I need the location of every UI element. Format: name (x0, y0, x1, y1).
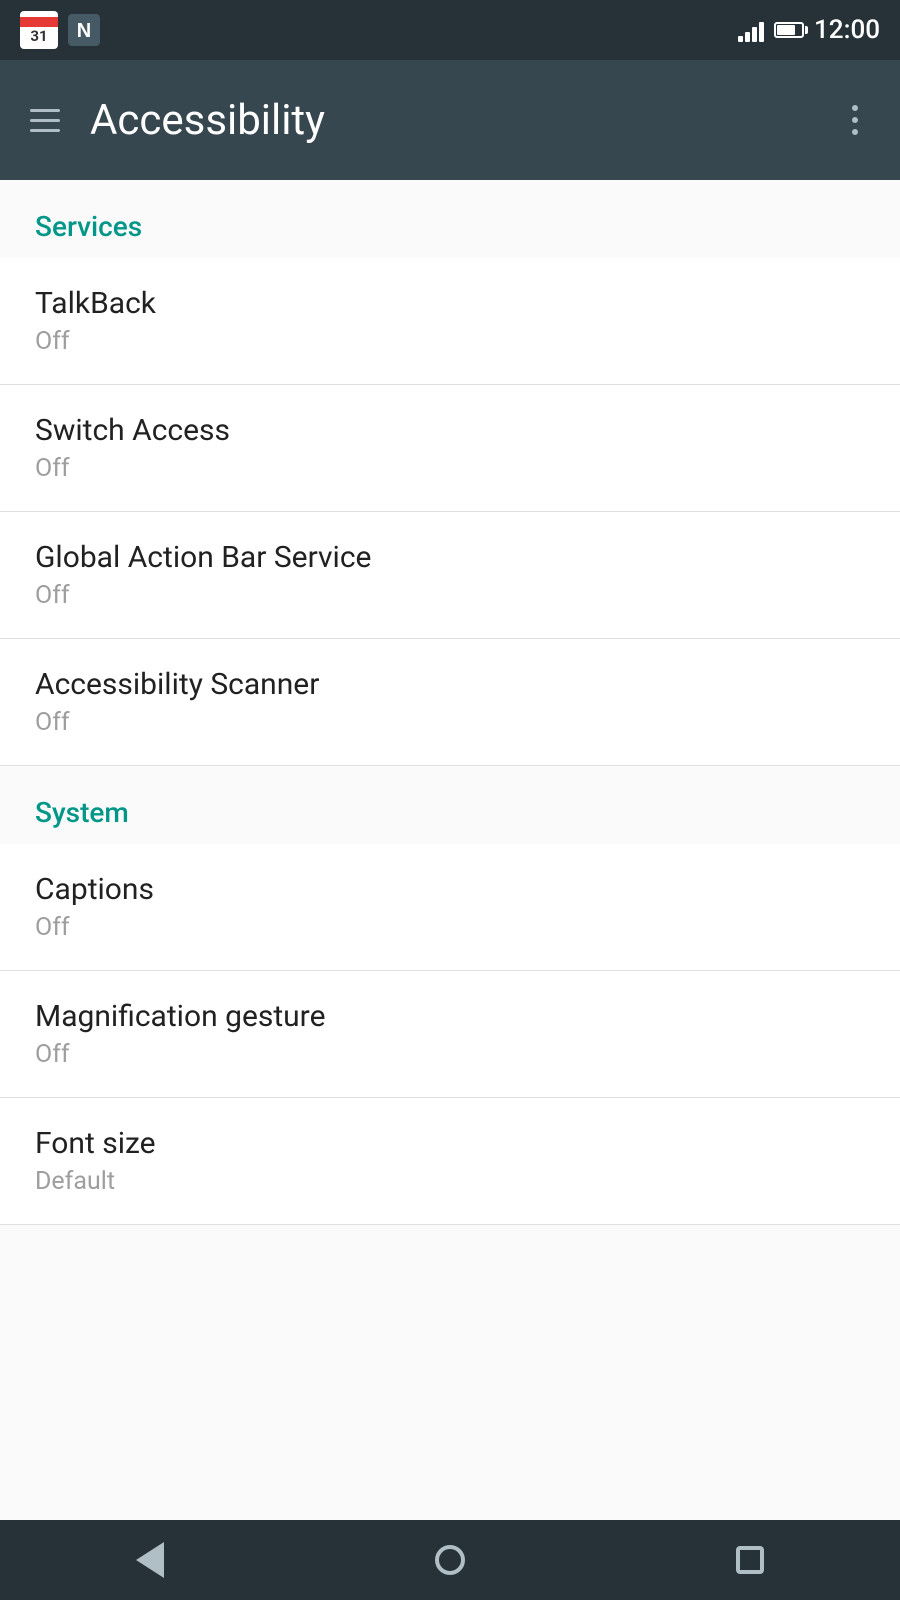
home-icon (435, 1545, 465, 1575)
magnification-gesture-title: Magnification gesture (35, 999, 865, 1034)
font-size-title: Font size (35, 1126, 865, 1161)
home-button[interactable] (420, 1530, 480, 1590)
global-action-bar-subtitle: Off (35, 581, 865, 610)
page-title: Accessibility (90, 96, 325, 145)
accessibility-scanner-item[interactable]: Accessibility Scanner Off (0, 639, 900, 766)
font-size-item[interactable]: Font size Default (0, 1098, 900, 1225)
status-bar-left: 31 N (20, 11, 100, 49)
system-section-title: System (35, 796, 129, 829)
switch-access-item[interactable]: Switch Access Off (0, 385, 900, 512)
signal-icon (738, 18, 764, 42)
hamburger-line-3 (30, 129, 60, 132)
calendar-icon: 31 (20, 11, 58, 49)
services-section-header: Services (0, 180, 900, 258)
recents-icon (736, 1546, 764, 1574)
more-options-button[interactable] (830, 95, 880, 145)
system-section-header: System (0, 766, 900, 844)
services-section-title: Services (35, 210, 142, 243)
svg-text:N: N (77, 20, 91, 42)
time-display: 12:00 (814, 15, 880, 45)
magnification-gesture-subtitle: Off (35, 1040, 865, 1069)
captions-subtitle: Off (35, 913, 865, 942)
app-bar: Accessibility (0, 60, 900, 180)
hamburger-menu-button[interactable] (20, 95, 70, 145)
captions-item[interactable]: Captions Off (0, 844, 900, 971)
captions-title: Captions (35, 872, 865, 907)
content-area: Services TalkBack Off Switch Access Off … (0, 180, 900, 1520)
hamburger-line-1 (30, 109, 60, 112)
app-bar-left: Accessibility (20, 95, 325, 145)
talkback-subtitle: Off (35, 327, 865, 356)
accessibility-scanner-subtitle: Off (35, 708, 865, 737)
status-bar-right: 12:00 (738, 15, 880, 45)
switch-access-title: Switch Access (35, 413, 865, 448)
global-action-bar-item[interactable]: Global Action Bar Service Off (0, 512, 900, 639)
battery-icon (774, 22, 804, 38)
back-button[interactable] (120, 1530, 180, 1590)
notification-icon: N (68, 14, 100, 46)
font-size-subtitle: Default (35, 1167, 865, 1196)
back-icon (136, 1542, 164, 1578)
status-bar: 31 N 12:00 (0, 0, 900, 60)
switch-access-subtitle: Off (35, 454, 865, 483)
magnification-gesture-item[interactable]: Magnification gesture Off (0, 971, 900, 1098)
talkback-title: TalkBack (35, 286, 865, 321)
recents-button[interactable] (720, 1530, 780, 1590)
talkback-item[interactable]: TalkBack Off (0, 258, 900, 385)
bottom-navigation (0, 1520, 900, 1600)
hamburger-line-2 (30, 119, 60, 122)
global-action-bar-title: Global Action Bar Service (35, 540, 865, 575)
accessibility-scanner-title: Accessibility Scanner (35, 667, 865, 702)
